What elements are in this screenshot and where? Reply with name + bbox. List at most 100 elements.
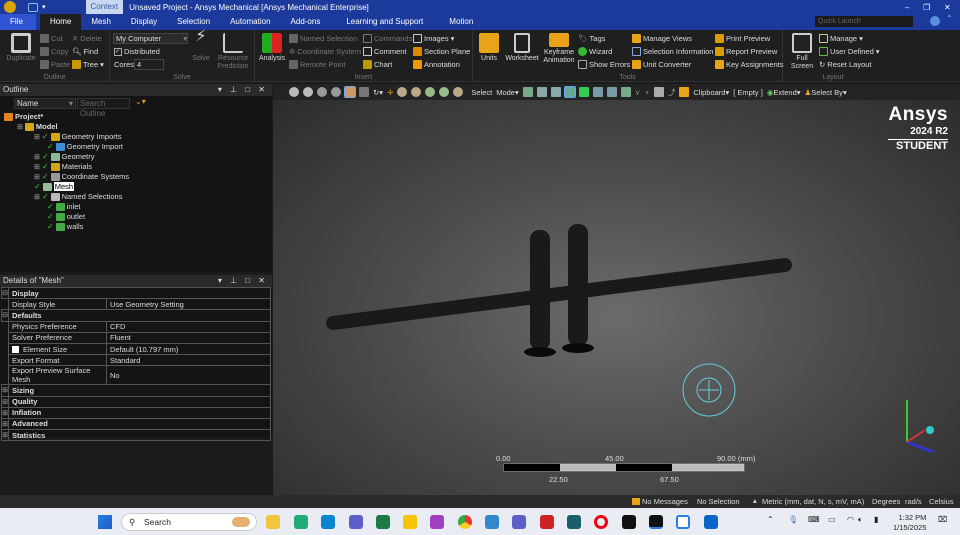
mechanical-icon[interactable] [649,515,663,529]
select-vertex-icon[interactable] [522,87,533,97]
select-by-dropdown[interactable]: ♟Select By▾ [805,88,847,97]
comment-view-icon[interactable] [653,87,664,97]
units-button[interactable]: Units [475,33,503,63]
tree-item-outlet[interactable]: ✓ outlet [47,212,85,221]
volume-icon[interactable]: 🔈︎ [858,515,863,525]
store-icon[interactable] [294,515,308,529]
graph-icon[interactable]: ⤴ [668,87,676,98]
app-icon-16[interactable] [676,515,690,529]
clipboard-icon[interactable] [679,87,690,97]
commands-button[interactable]: Commands [363,34,412,43]
expand-icon[interactable]: ⊞ [34,153,40,161]
solve-button[interactable]: ⚡︎ Solve [190,29,212,63]
report-preview-button[interactable]: Report Preview [715,47,777,56]
selection-information-button[interactable]: Selection Information [632,47,713,56]
expand-icon[interactable]: ⊞ [1,406,9,419]
analysis-button[interactable]: Analysis [257,33,287,63]
collapse-icon[interactable]: ⊟ [1,286,9,300]
expand-icon[interactable]: ⊞ [1,384,9,397]
find-button[interactable]: 🔍︎ Find [72,47,98,56]
quick-launch-input[interactable]: Quick Launch [815,16,913,27]
extend-dropdown[interactable]: ◉Extend▾ [767,88,801,97]
resource-prediction-button[interactable]: Resource Prediction [214,33,252,71]
expand-icon[interactable]: ⊞ [34,133,40,141]
select-mesh-icon[interactable] [620,87,631,97]
details-section-advanced[interactable]: ⊞ Advanced [1,417,271,431]
details-section-sizing[interactable]: ⊞ Sizing [1,384,271,397]
expand-icon[interactable]: ⊞ [1,395,9,408]
select-label[interactable]: Select [471,88,492,97]
panel-controls[interactable]: ▾ ⊥ □ ✕ [218,275,268,287]
app-icon-9[interactable] [485,515,499,529]
tab-display[interactable]: Display [121,14,167,30]
units-status[interactable]: Metric (mm, dat, N, s, mV, mA) [762,497,864,506]
wireframe-icon[interactable] [331,87,341,97]
manage-button[interactable]: Manage ▾ [819,34,863,43]
tree-item-walls[interactable]: ✓ walls [47,222,83,231]
tab-learning-support[interactable]: Learning and Support [330,14,439,30]
print-preview-button[interactable]: Print Preview [715,34,770,43]
key-assignments-button[interactable]: Key Assignments [715,60,784,69]
select-element-face-icon[interactable] [592,87,603,97]
tab-add-ons[interactable]: Add-ons [281,14,331,30]
vertical-pipe-outlet[interactable] [568,224,588,346]
expand-icon[interactable]: ⊞ [17,123,23,131]
keyboard-tray-icon[interactable]: ⌨ [808,515,820,524]
spaceclaim-icon[interactable] [622,515,636,529]
details-row[interactable]: Element Size Default (10.797 mm) [2,342,271,356]
pan-icon[interactable] [344,86,356,98]
zoom-fit-icon[interactable] [411,87,422,97]
fit-icon[interactable] [397,87,408,97]
tab-motion[interactable]: Motion [439,14,483,30]
select-element-icon[interactable] [606,87,617,97]
graphics-viewport[interactable]: Ansys 2024 R2 STUDENT 0.00 45.00 90.00 (… [273,100,960,495]
delete-button[interactable]: ✕ Delete [72,34,102,43]
cut-button[interactable]: Cut [40,34,63,43]
outlook-icon[interactable] [704,515,718,529]
tree-item-named-selections[interactable]: ⊞ ✓ Named Selections [34,192,122,201]
tree-item-geometry-imports[interactable]: ⊞ ✓ Geometry Imports [34,132,122,141]
outline-filter-select[interactable]: Name ▾ [14,98,76,109]
close-button[interactable]: ✕ [944,3,951,12]
property-value[interactable]: Default (10.797 mm) [106,342,271,356]
minimize-button[interactable]: – [905,3,909,12]
cores-input[interactable]: 4 [134,59,164,70]
images-button[interactable]: Images ▾ [413,34,454,43]
zoom-selected-icon[interactable] [439,87,450,97]
move-icon[interactable]: ✛ [387,88,393,97]
property-value[interactable]: Standard [106,354,271,367]
tray-chevron-icon[interactable]: ⌃ [767,515,774,524]
tree-item-geometry[interactable]: ⊞ ✓ Geometry [34,152,95,161]
tree-item-inlet[interactable]: ✓ inlet [47,202,80,211]
details-section-quality[interactable]: ⊞ Quality [1,395,271,408]
mode-dropdown[interactable]: Mode▾ [496,88,519,97]
expand-icon[interactable]: ⊞ [1,429,9,442]
parameter-checkbox[interactable] [12,346,19,354]
details-row[interactable]: Solver Preference Fluent [2,331,271,344]
zoom-out-icon[interactable] [303,87,313,97]
zoom-in-icon[interactable] [289,87,299,97]
file-explorer-icon[interactable] [266,515,280,529]
tab-mesh[interactable]: Mesh [81,14,121,30]
keyframe-animation-button[interactable]: Keyframe Animation [541,33,577,65]
shaded-icon[interactable] [317,87,327,97]
units-dropdown-icon[interactable]: ▴ [753,496,757,505]
app-icon-6[interactable] [403,515,417,529]
tab-automation[interactable]: Automation [220,14,280,30]
section-plane-button[interactable]: Section Plane [413,47,470,56]
search-outline-input[interactable]: Search Outline [77,98,130,118]
property-value[interactable]: Use Geometry Setting [106,298,271,311]
restore-button[interactable]: ❐ [923,3,930,12]
app-icon-3[interactable] [321,515,335,529]
computer-select[interactable]: My Computer ▾ [113,33,188,44]
magnify-icon[interactable] [453,87,464,97]
select-body-icon[interactable] [563,86,576,98]
teams-icon[interactable] [512,515,526,529]
tab-file[interactable]: File [0,14,36,30]
wizard-button[interactable]: Wizard [578,47,612,56]
show-errors-button[interactable]: Show Errors [578,60,630,69]
clock[interactable]: 1:32 PM 1/15/2025 [893,513,926,533]
quick-access-dropdown[interactable]: ▾ [42,3,46,11]
distributed-checkbox[interactable]: ✓ Distributed [114,47,160,56]
tree-item-model[interactable]: ⊞ Model [17,122,58,131]
